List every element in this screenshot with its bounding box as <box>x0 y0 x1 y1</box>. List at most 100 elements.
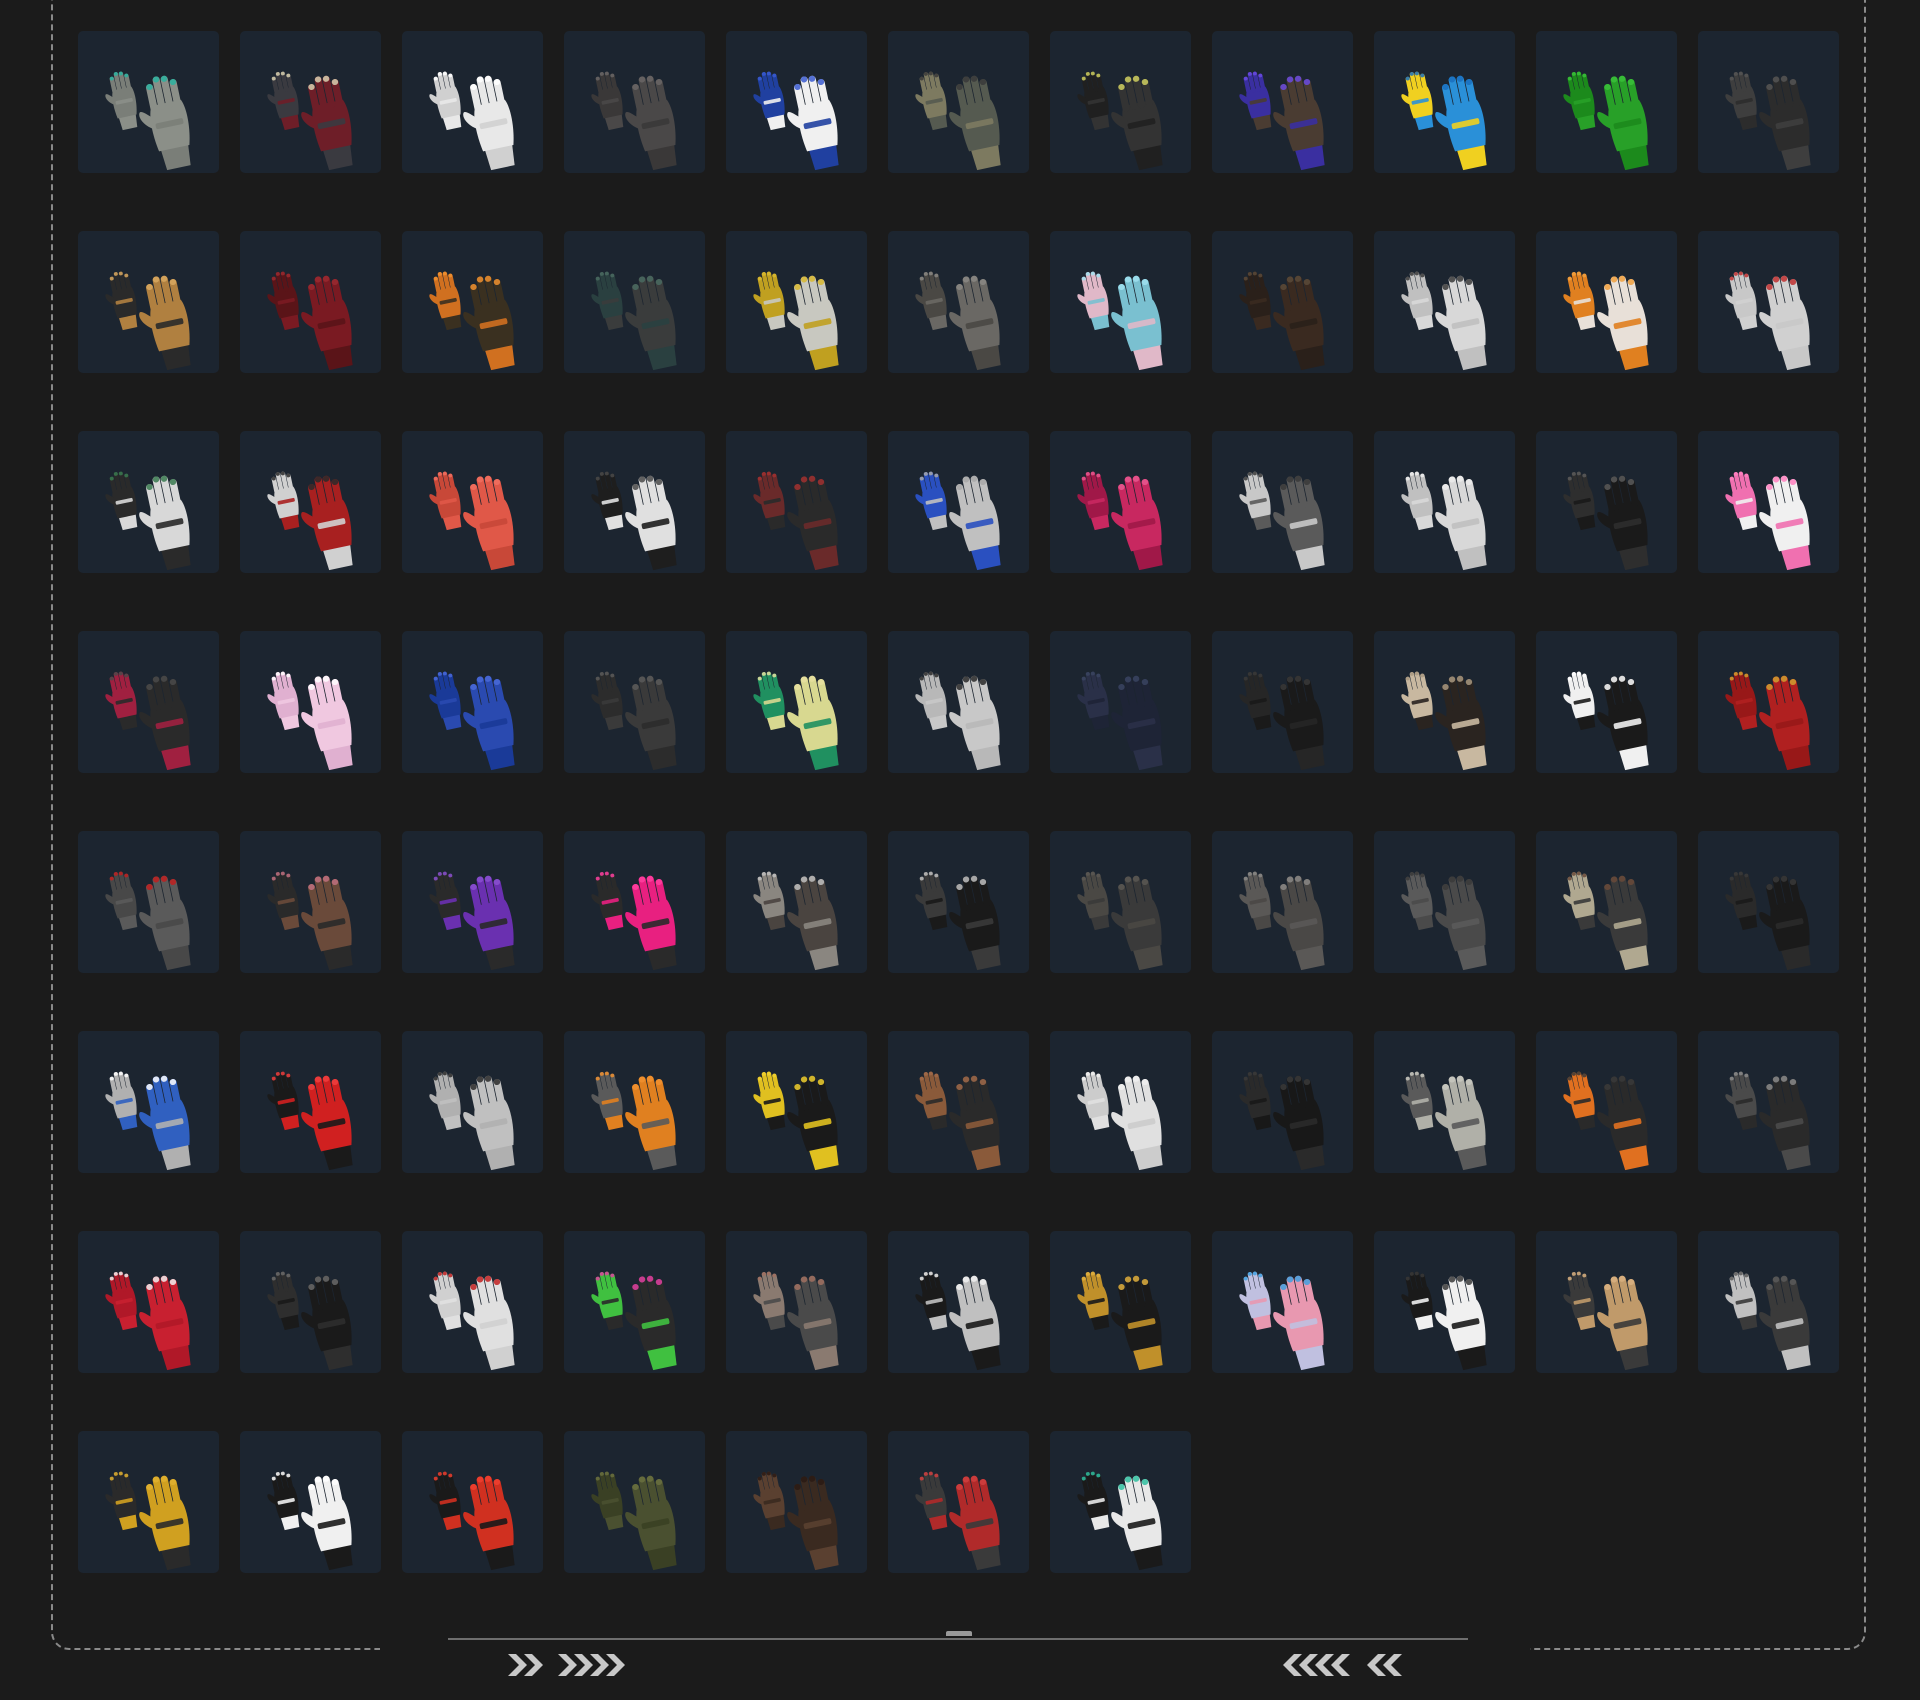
inventory-slot[interactable] <box>240 1231 381 1373</box>
inventory-slot[interactable] <box>1212 231 1353 373</box>
inventory-slot[interactable] <box>1212 31 1353 173</box>
inventory-slot[interactable] <box>78 1231 219 1373</box>
inventory-slot[interactable] <box>1374 31 1515 173</box>
forward-chevrons-icon[interactable] <box>508 1650 638 1680</box>
inventory-slot[interactable] <box>564 431 705 573</box>
inventory-slot[interactable] <box>240 1431 381 1573</box>
inventory-slot[interactable] <box>888 1231 1029 1373</box>
inventory-slot[interactable] <box>1374 431 1515 573</box>
inventory-slot[interactable] <box>1536 231 1677 373</box>
inventory-slot[interactable] <box>78 31 219 173</box>
inventory-slot[interactable] <box>1698 431 1839 573</box>
inventory-slot[interactable] <box>1698 1031 1839 1173</box>
inventory-slot[interactable] <box>726 1431 867 1573</box>
scroll-handle[interactable] <box>946 1631 972 1636</box>
inventory-slot[interactable] <box>1212 431 1353 573</box>
inventory-slot[interactable] <box>402 1231 543 1373</box>
inventory-slot[interactable] <box>402 231 543 373</box>
inventory-slot[interactable] <box>1212 831 1353 973</box>
inventory-slot[interactable] <box>78 231 219 373</box>
inventory-slot[interactable] <box>1374 231 1515 373</box>
inventory-slot[interactable] <box>240 31 381 173</box>
inventory-slot[interactable] <box>1536 1031 1677 1173</box>
inventory-slot[interactable] <box>402 1431 543 1573</box>
backward-chevrons-icon[interactable] <box>1283 1650 1413 1680</box>
inventory-slot[interactable] <box>726 1231 867 1373</box>
inventory-slot[interactable] <box>1050 631 1191 773</box>
inventory-slot[interactable] <box>78 1031 219 1173</box>
inventory-slot[interactable] <box>726 631 867 773</box>
silver-knuckle-glove-icon <box>1563 871 1649 971</box>
black-buckle-glove-icon <box>1563 471 1649 571</box>
inventory-slot[interactable] <box>1698 231 1839 373</box>
inventory-slot[interactable] <box>564 831 705 973</box>
inventory-slot[interactable] <box>1374 831 1515 973</box>
inventory-slot[interactable] <box>240 231 381 373</box>
inventory-slot[interactable] <box>1212 631 1353 773</box>
inventory-slot[interactable] <box>1050 1431 1191 1573</box>
inventory-slot[interactable] <box>564 1031 705 1173</box>
inventory-slot[interactable] <box>240 831 381 973</box>
inventory-slot[interactable] <box>888 31 1029 173</box>
inventory-slot[interactable] <box>1374 631 1515 773</box>
inventory-slot[interactable] <box>1050 1231 1191 1373</box>
inventory-slot[interactable] <box>564 631 705 773</box>
gray-hand-ring-icon <box>105 71 191 171</box>
inventory-slot[interactable] <box>726 1031 867 1173</box>
inventory-slot[interactable] <box>402 31 543 173</box>
inventory-slot[interactable] <box>888 631 1029 773</box>
inventory-slot[interactable] <box>78 831 219 973</box>
blue-chainmail-glove-icon <box>105 1071 191 1171</box>
inventory-slot[interactable] <box>888 431 1029 573</box>
inventory-slot[interactable] <box>1374 1031 1515 1173</box>
inventory-slot[interactable] <box>240 431 381 573</box>
navy-glove-icon <box>1077 671 1163 771</box>
inventory-slot[interactable] <box>1050 231 1191 373</box>
pink-fluffy-glove-icon <box>1239 1271 1325 1371</box>
inventory-slot[interactable] <box>1212 1031 1353 1173</box>
red-mech-glove-icon <box>267 71 353 171</box>
inventory-slot[interactable] <box>1698 31 1839 173</box>
inventory-slot[interactable] <box>888 1031 1029 1173</box>
inventory-slot[interactable] <box>1536 431 1677 573</box>
inventory-slot[interactable] <box>240 1031 381 1173</box>
inventory-slot[interactable] <box>564 31 705 173</box>
inventory-slot[interactable] <box>888 231 1029 373</box>
inventory-slot[interactable] <box>1050 431 1191 573</box>
blue-glove-icon <box>429 671 515 771</box>
inventory-slot[interactable] <box>1698 1231 1839 1373</box>
inventory-slot[interactable] <box>888 1431 1029 1573</box>
inventory-slot[interactable] <box>726 831 867 973</box>
inventory-slot[interactable] <box>402 1031 543 1173</box>
inventory-slot[interactable] <box>402 431 543 573</box>
inventory-slot[interactable] <box>1536 831 1677 973</box>
inventory-slot[interactable] <box>240 631 381 773</box>
inventory-slot[interactable] <box>888 831 1029 973</box>
inventory-slot[interactable] <box>78 631 219 773</box>
inventory-slot[interactable] <box>402 631 543 773</box>
inventory-slot[interactable] <box>402 831 543 973</box>
inventory-slot[interactable] <box>78 431 219 573</box>
inventory-slot[interactable] <box>564 1231 705 1373</box>
inventory-slot[interactable] <box>1374 1231 1515 1373</box>
light-pink-glove-icon <box>267 671 353 771</box>
inventory-slot[interactable] <box>1698 831 1839 973</box>
inventory-slot[interactable] <box>1536 31 1677 173</box>
black-strap-glove-icon <box>915 871 1001 971</box>
dark-wrap-bandage-icon <box>1077 871 1163 971</box>
inventory-slot[interactable] <box>726 231 867 373</box>
inventory-slot[interactable] <box>1698 631 1839 773</box>
inventory-slot[interactable] <box>726 431 867 573</box>
inventory-slot[interactable] <box>564 231 705 373</box>
inventory-slot[interactable] <box>78 1431 219 1573</box>
black-orange-tactical-glove-icon <box>1563 1071 1649 1171</box>
inventory-slot[interactable] <box>1050 1031 1191 1173</box>
inventory-slot[interactable] <box>1536 631 1677 773</box>
black-studded-glove-icon <box>267 1271 353 1371</box>
inventory-slot[interactable] <box>1536 1231 1677 1373</box>
inventory-slot[interactable] <box>1050 831 1191 973</box>
inventory-slot[interactable] <box>1050 31 1191 173</box>
inventory-slot[interactable] <box>726 31 867 173</box>
inventory-slot[interactable] <box>564 1431 705 1573</box>
inventory-slot[interactable] <box>1212 1231 1353 1373</box>
